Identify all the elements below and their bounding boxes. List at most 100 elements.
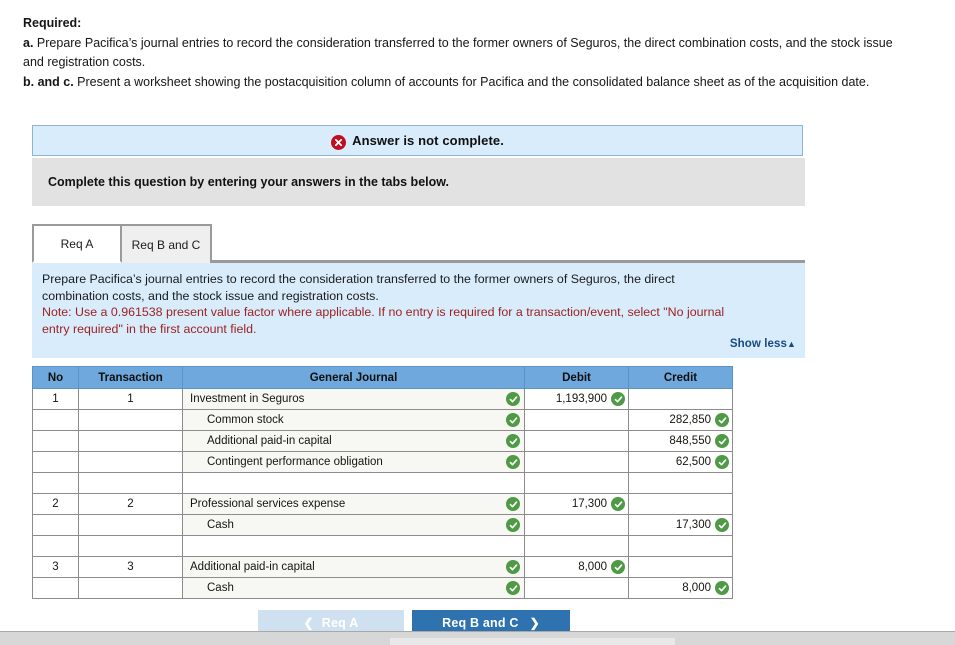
show-less-label: Show less <box>729 338 787 350</box>
green-check-icon <box>506 455 520 469</box>
instruction-line-1: Prepare Pacifica’s journal entries to re… <box>42 272 675 286</box>
credit-value: 17,300 <box>675 519 711 531</box>
answer-status-text: Answer is not complete. <box>352 133 504 148</box>
cell-general-journal[interactable]: Additional paid-in capital <box>182 556 525 578</box>
credit-value: 282,850 <box>669 414 711 426</box>
journal-entry-table: No Transaction General Journal Debit Cre… <box>32 366 733 599</box>
required-item-bc-label: b. and c. <box>23 75 74 89</box>
cell-debit[interactable]: 17,300 <box>524 493 629 515</box>
table-row <box>32 535 733 557</box>
table-header-row: No Transaction General Journal Debit Cre… <box>32 366 733 389</box>
cell-no <box>32 430 79 452</box>
cell-debit[interactable] <box>524 451 629 473</box>
tab-req-b-and-c-label: Req B and C <box>131 237 201 252</box>
required-instructions: Required: a. Prepare Pacifica’s journal … <box>23 14 893 92</box>
credit-value: 62,500 <box>675 456 711 468</box>
green-check-icon <box>611 392 625 406</box>
table-row: Cash 17,300 <box>32 514 733 536</box>
cell-credit[interactable]: 17,300 <box>628 514 733 536</box>
required-heading: Required: <box>23 16 82 30</box>
column-header-no: No <box>32 366 79 389</box>
table-row <box>32 472 733 494</box>
column-header-debit: Debit <box>524 366 629 389</box>
cell-no <box>32 451 79 473</box>
cell-credit[interactable]: 8,000 <box>628 577 733 599</box>
credit-value: 8,000 <box>682 582 711 594</box>
cell-general-journal[interactable]: Cash <box>182 577 525 599</box>
cell-debit[interactable] <box>524 577 629 599</box>
bottom-status-strip <box>0 631 955 645</box>
cell-general-journal[interactable]: Cash <box>182 514 525 536</box>
cell-general-journal[interactable]: Professional services expense <box>182 493 525 515</box>
cell-transaction <box>78 472 183 494</box>
debit-value: 1,193,900 <box>555 393 607 405</box>
cell-transaction <box>78 535 183 557</box>
cell-debit[interactable] <box>524 472 629 494</box>
required-item-bc-text: Present a worksheet showing the postacqu… <box>73 75 870 89</box>
cell-credit[interactable]: 848,550 <box>628 430 733 452</box>
green-check-icon <box>611 497 625 511</box>
table-row: 2 2 Professional services expense 17,300 <box>32 493 733 515</box>
next-req-b-and-c-label: Req B and C <box>442 616 519 630</box>
error-x-icon <box>331 135 347 150</box>
cell-credit[interactable]: 62,500 <box>628 451 733 473</box>
cell-transaction: 3 <box>78 556 183 578</box>
cell-general-journal[interactable]: Investment in Seguros <box>182 388 525 410</box>
required-item-a-text: Prepare Pacifica’s journal entries to re… <box>23 36 893 69</box>
cell-transaction <box>78 514 183 536</box>
cell-credit[interactable] <box>628 472 733 494</box>
instruction-note-line-1: Note: Use a 0.961538 present value facto… <box>42 305 725 319</box>
table-row: Additional paid-in capital 848,550 <box>32 430 733 452</box>
debit-value: 17,300 <box>571 498 607 510</box>
chevron-right-icon: ❯ <box>529 616 540 630</box>
cell-debit[interactable] <box>524 535 629 557</box>
green-check-icon <box>506 413 520 427</box>
green-check-icon <box>715 434 729 448</box>
cell-transaction <box>78 451 183 473</box>
cell-credit[interactable] <box>628 388 733 410</box>
tab-req-a[interactable]: Req A <box>32 224 122 263</box>
cell-credit[interactable] <box>628 556 733 578</box>
cell-credit[interactable]: 282,850 <box>628 409 733 431</box>
account-label: Professional services expense <box>190 498 346 510</box>
column-header-general-journal: General Journal <box>182 366 525 389</box>
account-label: Contingent performance obligation <box>207 456 383 468</box>
cell-no <box>32 514 79 536</box>
instruction-note-line-2: entry required" in the first account fie… <box>42 321 257 336</box>
cell-general-journal[interactable]: Common stock <box>182 409 525 431</box>
answer-status-banner: Answer is not complete. <box>32 125 803 156</box>
instruction-panel: Prepare Pacifica’s journal entries to re… <box>32 263 805 358</box>
cell-no <box>32 577 79 599</box>
cell-no <box>32 409 79 431</box>
complete-question-text: Complete this question by entering your … <box>48 175 449 189</box>
cell-general-journal[interactable] <box>182 472 525 494</box>
cell-credit[interactable] <box>628 493 733 515</box>
required-item-bc: b. and c. Present a worksheet showing th… <box>23 73 893 92</box>
cell-debit[interactable]: 8,000 <box>524 556 629 578</box>
cell-debit[interactable] <box>524 514 629 536</box>
cell-transaction: 1 <box>78 388 183 410</box>
green-check-icon <box>506 518 520 532</box>
chevron-left-icon: ❮ <box>303 616 314 630</box>
tab-req-b-and-c[interactable]: Req B and C <box>120 224 212 263</box>
account-label: Investment in Seguros <box>190 393 305 405</box>
cell-no <box>32 535 79 557</box>
table-row: Common stock 282,850 <box>32 409 733 431</box>
table-row: Cash 8,000 <box>32 577 733 599</box>
cell-general-journal[interactable]: Contingent performance obligation <box>182 451 525 473</box>
cell-general-journal[interactable]: Additional paid-in capital <box>182 430 525 452</box>
cell-general-journal[interactable] <box>182 535 525 557</box>
green-check-icon <box>715 518 729 532</box>
cell-debit[interactable] <box>524 409 629 431</box>
show-less-link[interactable]: Show less▲ <box>730 338 796 350</box>
column-header-credit: Credit <box>628 366 733 389</box>
green-check-icon <box>506 560 520 574</box>
cell-no <box>32 472 79 494</box>
instruction-line-2: combination costs, and the stock issue a… <box>42 288 379 303</box>
table-body: 1 1 Investment in Seguros 1,193,900 Common s… <box>32 388 733 599</box>
complete-question-bar: Complete this question by entering your … <box>32 158 805 206</box>
cell-credit[interactable] <box>628 535 733 557</box>
cell-debit[interactable] <box>524 430 629 452</box>
green-check-icon <box>715 581 729 595</box>
cell-debit[interactable]: 1,193,900 <box>524 388 629 410</box>
